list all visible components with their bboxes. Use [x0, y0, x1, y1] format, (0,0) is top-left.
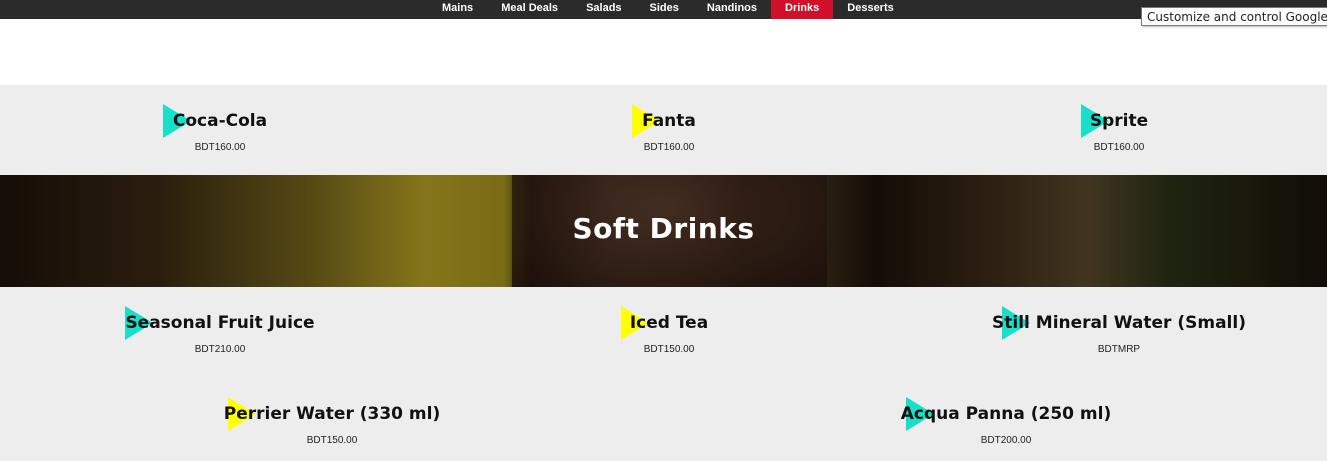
menu-item-name: Coca-Cola — [172, 111, 268, 131]
menu-item-name: Fanta — [642, 111, 696, 131]
top-nav-bar: Mains Meal Deals Salads Sides Nandinos D… — [0, 0, 1327, 19]
menu-item-name: Acqua Panna (250 ml) — [900, 404, 1112, 424]
menu-item[interactable]: Seasonal Fruit Juice BDT210.00 — [70, 306, 370, 356]
nav-item-drinks[interactable]: Drinks — [771, 0, 834, 19]
nav-item-meal-deals[interactable]: Meal Deals — [487, 0, 572, 19]
menu-item[interactable]: Coca-Cola BDT160.00 — [70, 104, 370, 154]
menu-item[interactable]: Perrier Water (330 ml) BDT150.00 — [182, 397, 482, 447]
menu-item-price: BDT200.00 — [980, 435, 1032, 446]
menu-item-name: Perrier Water (330 ml) — [223, 404, 441, 424]
nav-item-mains[interactable]: Mains — [428, 0, 487, 19]
section-title: Soft Drinks — [572, 212, 755, 245]
menu-item-price: BDT160.00 — [194, 142, 246, 153]
menu-item-price: BDT160.00 — [643, 142, 695, 153]
nav-item-salads[interactable]: Salads — [572, 0, 635, 19]
nav-item-desserts[interactable]: Desserts — [833, 0, 907, 19]
browser-tooltip: Customize and control Google Chrome — [1141, 7, 1327, 26]
menu-item-price: BDTMRP — [1097, 344, 1141, 355]
menu-item[interactable]: Still Mineral Water (Small) BDTMRP — [969, 306, 1269, 356]
nav-item-sides[interactable]: Sides — [636, 0, 693, 19]
nav-menu: Mains Meal Deals Salads Sides Nandinos D… — [428, 0, 908, 19]
menu-item-price: BDT150.00 — [643, 344, 695, 355]
nav-item-nandinos[interactable]: Nandinos — [693, 0, 771, 19]
menu-item[interactable]: Fanta BDT160.00 — [519, 104, 819, 154]
menu-item[interactable]: Acqua Panna (250 ml) BDT200.00 — [856, 397, 1156, 447]
menu-item-name: Sprite — [1089, 111, 1149, 131]
menu-item[interactable]: Sprite BDT160.00 — [969, 104, 1269, 154]
menu-item-name: Still Mineral Water (Small) — [992, 313, 1246, 333]
menu-item-price: BDT160.00 — [1093, 142, 1145, 153]
menu-item-name: Iced Tea — [629, 313, 709, 333]
menu-item-price: BDT210.00 — [194, 344, 246, 355]
menu-item-name: Seasonal Fruit Juice — [125, 313, 315, 333]
menu-item[interactable]: Iced Tea BDT150.00 — [519, 306, 819, 356]
menu-item-price: BDT150.00 — [306, 435, 358, 446]
